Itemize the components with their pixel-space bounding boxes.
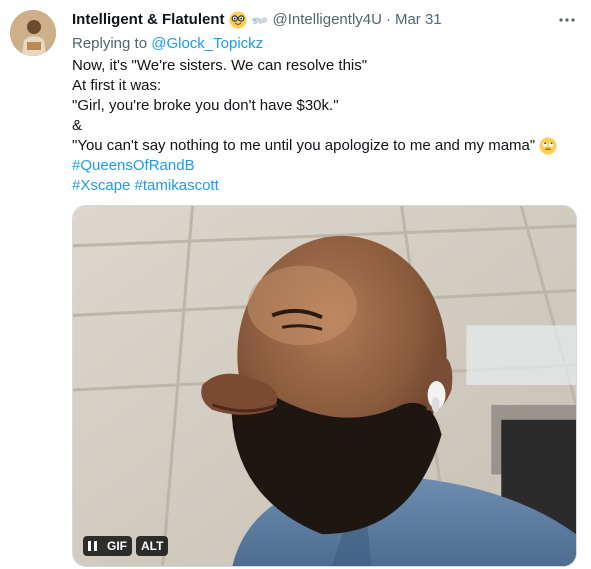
dash-icon — [251, 11, 269, 29]
replying-to: Replying to @Glock_Topickz — [72, 34, 577, 54]
tweet-text: Now, it's "We're sisters. We can resolve… — [72, 56, 577, 196]
text-line: Now, it's "We're sisters. We can resolve… — [72, 57, 368, 74]
text-line: At first it was: — [72, 77, 162, 94]
display-name[interactable]: Intelligent & Flatulent — [72, 10, 225, 30]
tweet[interactable]: Intelligent & Flatulent @Intelligently4U… — [0, 0, 591, 569]
pause-icon — [88, 541, 97, 551]
text-line: "You can't say nothing to me until you a… — [72, 137, 536, 154]
hashtag-line: #QueensOfRandB — [72, 156, 577, 176]
tweet-header: Intelligent & Flatulent @Intelligently4U… — [72, 10, 577, 30]
reply-target-link[interactable]: @Glock_Topickz — [151, 35, 263, 52]
user-handle[interactable]: @Intelligently4U — [273, 10, 382, 30]
timestamp[interactable]: Mar 31 — [395, 10, 442, 30]
media-controls: GIF ALT — [83, 536, 172, 556]
more-options-icon[interactable] — [557, 10, 577, 30]
gif-control-group: GIF — [83, 536, 132, 556]
nerd-face-icon — [229, 11, 247, 29]
text-line: & — [72, 117, 83, 134]
text-line-with-emoji: "You can't say nothing to me until you a… — [72, 136, 577, 156]
avatar[interactable] — [10, 10, 56, 56]
pause-button[interactable] — [83, 536, 102, 556]
gif-media[interactable]: GIF ALT — [72, 205, 577, 567]
gif-badge: GIF — [107, 539, 127, 553]
replying-to-label: Replying to — [72, 35, 148, 52]
text-line: "Girl, you're broke you don't have $30k.… — [72, 97, 339, 114]
alt-text-button[interactable]: ALT — [136, 536, 169, 556]
hashtag-link[interactable]: #tamikascott — [135, 176, 219, 196]
gif-frame — [73, 206, 576, 566]
hashtag-line: #Xscape #tamikascott — [72, 176, 577, 196]
hashtag-link[interactable]: #Xscape — [72, 176, 130, 196]
hashtag-link[interactable]: #QueensOfRandB — [72, 156, 195, 176]
eye-roll-face-icon — [539, 137, 557, 155]
separator: · — [385, 11, 391, 28]
